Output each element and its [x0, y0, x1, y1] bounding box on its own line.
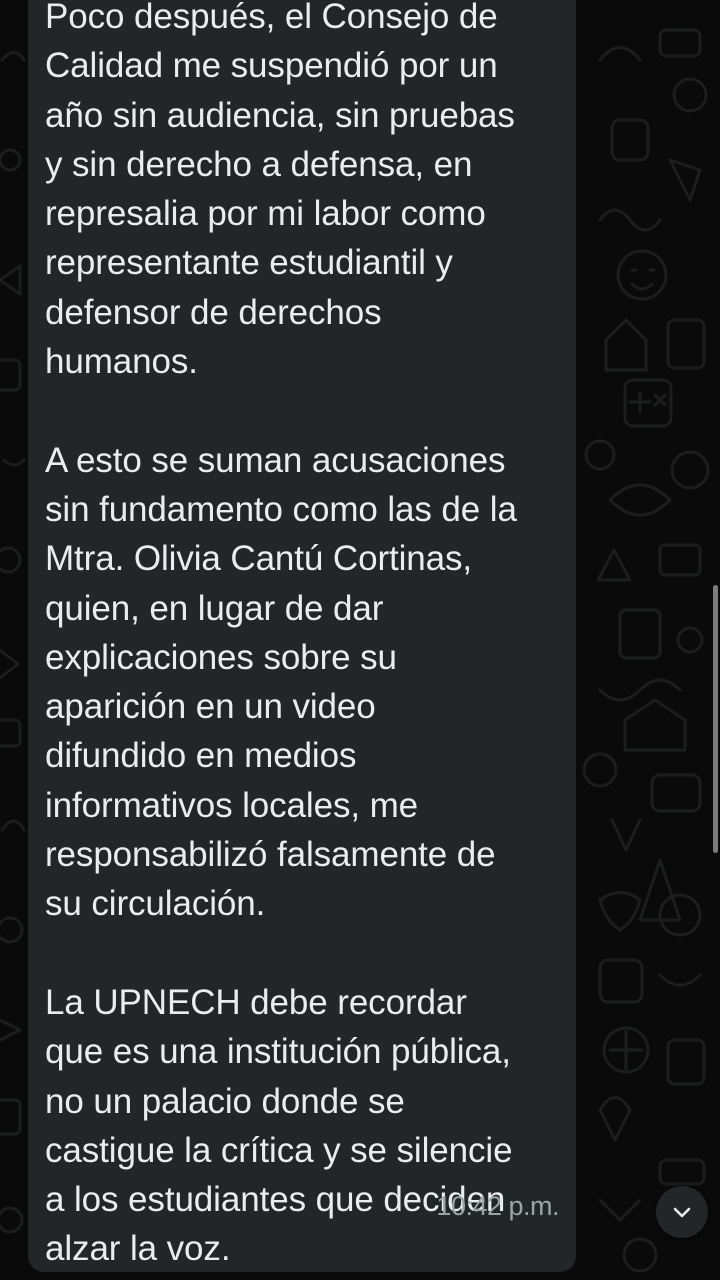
scroll-down-button[interactable] — [656, 1186, 708, 1238]
message-text: Poco después, el Consejo de Calidad me s… — [45, 0, 517, 1269]
message-timestamp: 10:42 p.m. — [436, 1191, 559, 1221]
chevron-down-icon — [673, 1207, 691, 1218]
message-bubble[interactable]: Poco después, el Consejo de Calidad me s… — [28, 0, 576, 1272]
chat-background: Poco después, el Consejo de Calidad me s… — [0, 0, 720, 1280]
scrollbar[interactable] — [713, 585, 718, 853]
